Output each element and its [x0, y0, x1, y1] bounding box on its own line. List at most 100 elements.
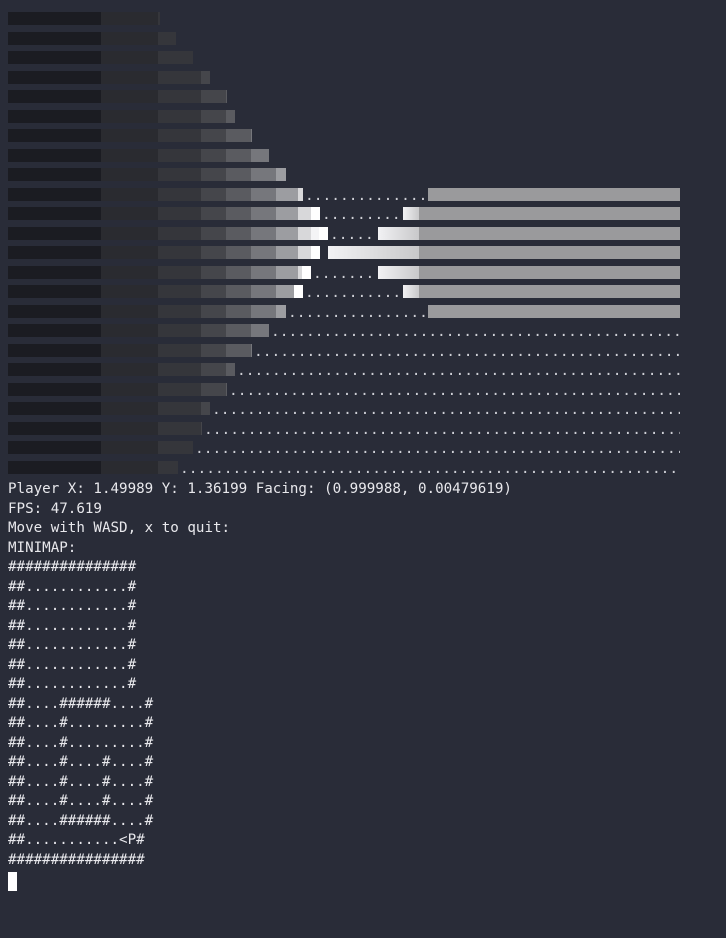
wall-column [251, 226, 276, 240]
wall-column [201, 168, 226, 181]
raycast-row [8, 129, 680, 142]
wall-column [158, 382, 201, 396]
wall-column [201, 304, 226, 318]
wall-column [298, 226, 311, 240]
wall-column [101, 265, 158, 279]
wall-column [8, 168, 101, 181]
wall-column [8, 31, 101, 45]
wall-column [8, 129, 101, 142]
raycast-row [8, 51, 680, 64]
wall-column [158, 460, 178, 474]
wall-column [226, 304, 251, 318]
wall-column [158, 12, 160, 25]
wall-column [201, 382, 226, 396]
wall-column [158, 187, 201, 201]
floor-dots: ........................................… [195, 447, 680, 457]
wall-column [101, 109, 158, 123]
floor-dots: ........................................… [229, 388, 680, 399]
wall-column [8, 51, 101, 64]
wall-column [226, 129, 251, 142]
minimap-row: ##............# [8, 656, 137, 673]
minimap-row: ################ [8, 851, 145, 868]
wall-column [158, 207, 201, 220]
wall-column [226, 265, 251, 279]
wall-column [276, 226, 298, 240]
wall-column [251, 265, 276, 279]
floor-dots: ........................................… [204, 427, 680, 438]
wall-column [319, 226, 328, 240]
wall-column [403, 285, 419, 298]
wall-column [226, 324, 251, 337]
minimap-row: ##............# [8, 676, 137, 692]
wall-column [251, 129, 252, 142]
wall-column [226, 187, 251, 201]
minimap-row: ##....#....#....# [8, 773, 154, 790]
wall-column [226, 363, 235, 376]
wall-column [8, 246, 101, 259]
wall-column [101, 460, 158, 474]
wall-column [226, 148, 251, 162]
floor-dots: ................ [288, 310, 426, 321]
wall-column [251, 304, 276, 318]
minimap-row: ##............# [8, 578, 137, 595]
wall-column [101, 246, 158, 259]
wall-column [428, 304, 680, 318]
raycast-row [8, 148, 680, 162]
fps-line: FPS: 47.619 [8, 500, 102, 517]
raycast-row: ........................................… [8, 402, 680, 417]
wall-column [226, 207, 251, 220]
wall-column [101, 343, 158, 357]
minimap-row: ##....######....# [8, 812, 154, 829]
wall-column [8, 382, 101, 396]
wall-column [8, 226, 101, 240]
wall-column [226, 285, 251, 298]
wall-column [101, 70, 158, 84]
raycast-row [8, 246, 680, 259]
wall-column [101, 207, 158, 220]
raycast-row: .............. [8, 187, 680, 203]
wall-column [298, 246, 311, 259]
wall-column [101, 402, 158, 415]
wall-column [8, 148, 101, 162]
wall-column [8, 187, 101, 201]
floor-dots: ..... [330, 232, 374, 243]
wall-column [8, 285, 101, 298]
wall-column [101, 31, 158, 45]
wall-column [251, 324, 269, 337]
wall-column [8, 460, 101, 474]
wall-column [201, 324, 226, 337]
minimap-row: ##....######....# [8, 695, 154, 712]
terminal-cursor [8, 872, 17, 891]
raycast-row: ....... [8, 265, 680, 281]
wall-column [101, 324, 158, 337]
wall-column [378, 226, 419, 240]
wall-column [419, 265, 680, 279]
wall-column [378, 265, 419, 279]
wall-column [201, 70, 210, 84]
wall-column [201, 363, 226, 376]
wall-column [328, 246, 419, 259]
wall-column [226, 226, 251, 240]
raycast-row: ................ [8, 304, 680, 320]
wall-column [311, 207, 320, 220]
raycast-row [8, 109, 680, 123]
minimap-row: ##............# [8, 617, 137, 634]
wall-column [251, 285, 276, 298]
wall-column [276, 187, 298, 201]
wall-column [158, 324, 201, 337]
wall-column [419, 207, 680, 220]
raycast-3d-view: ........................................… [8, 12, 688, 480]
wall-column [251, 246, 276, 259]
wall-column [201, 226, 226, 240]
wall-column [419, 285, 680, 298]
wall-column [158, 148, 201, 162]
wall-column [101, 304, 158, 318]
wall-column [8, 421, 101, 435]
wall-column [302, 265, 311, 279]
wall-column [276, 304, 286, 318]
wall-column [101, 168, 158, 181]
wall-column [276, 246, 298, 259]
floor-dots: .............. [305, 193, 426, 204]
raycast-row: ........... [8, 285, 680, 300]
wall-column [419, 226, 680, 240]
